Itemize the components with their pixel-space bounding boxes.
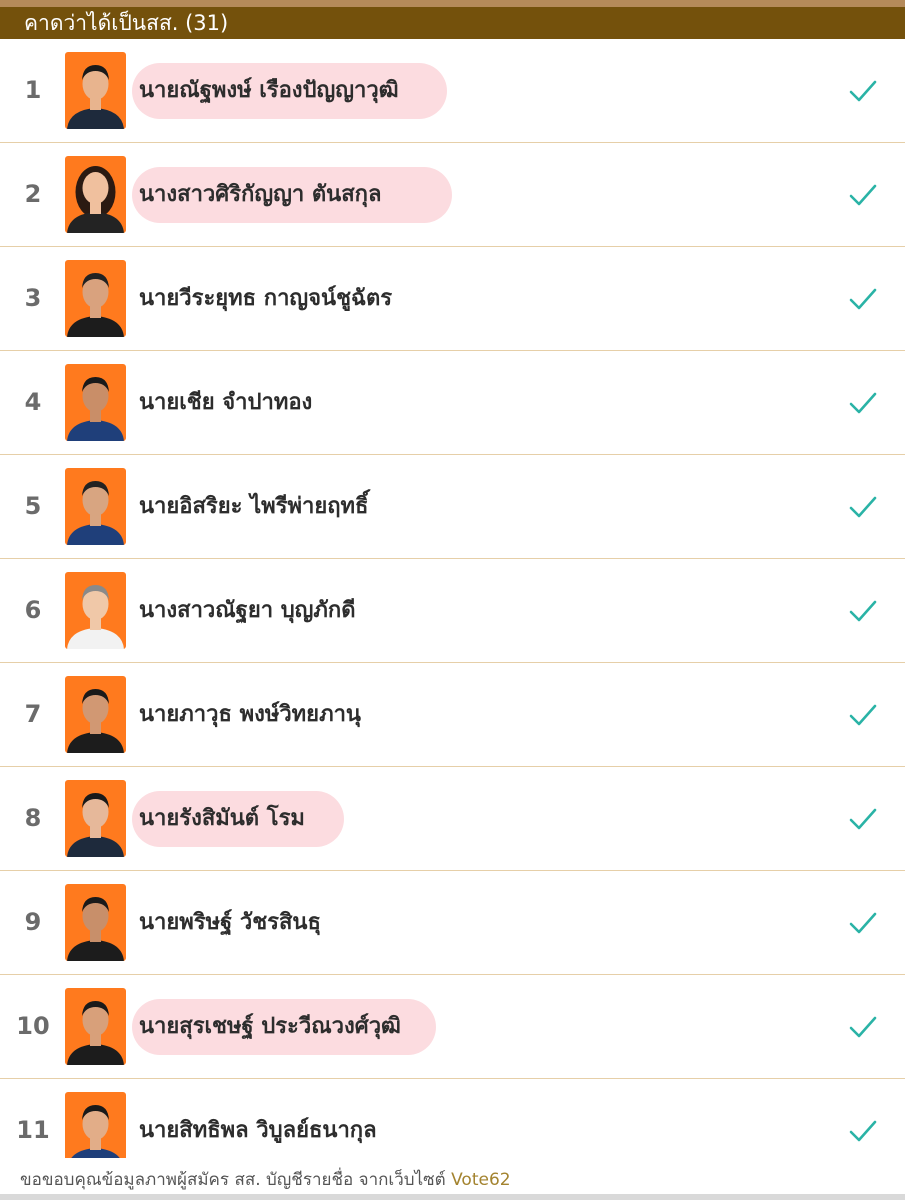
candidate-photo [65,988,126,1065]
check-icon [848,493,878,521]
candidate-photo [65,364,126,441]
vote62-link[interactable]: Vote62 [451,1170,510,1190]
candidate-photo [65,156,126,233]
candidate-rank: 4 [24,388,42,416]
top-accent-strip [0,0,905,7]
candidate-photo [65,676,126,753]
candidate-row[interactable]: 7 นายภาวุธ พงษ์วิทยภานุ [0,663,905,767]
candidate-photo [65,468,126,545]
candidate-row[interactable]: 9 นายพริษฐ์ วัชรสินธุ [0,871,905,975]
candidate-rank: 5 [24,492,42,520]
candidate-name: นายพริษฐ์ วัชรสินธุ [139,910,321,935]
candidate-row[interactable]: 5 นายอิสริยะ ไพรีพ่ายฤทธิ์ [0,455,905,559]
candidate-row[interactable]: 8 นายรังสิมันต์ โรม [0,767,905,871]
candidate-rank: 3 [24,284,42,312]
check-icon [848,77,878,105]
candidate-name: นายณัฐพงษ์ เรืองปัญญาวุฒิ [139,78,399,103]
section-header: คาดว่าได้เป็นสส. (31) [0,7,905,39]
check-icon [848,1013,878,1041]
candidate-rank: 8 [24,804,42,832]
candidate-photo [65,52,126,129]
check-icon [848,389,878,417]
candidate-rank: 7 [24,700,42,728]
check-icon [848,181,878,209]
check-icon [848,701,878,729]
candidate-name: นายอิสริยะ ไพรีพ่ายฤทธิ์ [139,494,369,519]
candidate-row[interactable]: 1 นายณัฐพงษ์ เรืองปัญญาวุฒิ [0,39,905,143]
candidate-name: นายวีระยุทธ กาญจน์ชูฉัตร [139,286,393,311]
check-icon [848,285,878,313]
candidate-name: นายสุรเชษฐ์ ประวีณวงศ์วุฒิ [139,1014,401,1039]
section-title: คาดว่าได้เป็นสส. (31) [24,11,229,35]
check-icon [848,1117,878,1145]
candidate-rank: 6 [24,596,42,624]
candidate-photo [65,260,126,337]
footer-credit: ขอขอบคุณข้อมูลภาพผู้สมัคร สส. บัญชีรายชื… [20,1166,511,1193]
candidate-row[interactable]: 6 นางสาวณัฐยา บุญภักดี [0,559,905,663]
candidate-name: นางสาวศิริกัญญา ตันสกุล [139,182,382,207]
candidate-photo [65,884,126,961]
candidate-row[interactable]: 10 นายสุรเชษฐ์ ประวีณวงศ์วุฒิ [0,975,905,1079]
candidate-rank: 2 [24,180,42,208]
candidate-row[interactable]: 2 นางสาวศิริกัญญา ตันสกุล [0,143,905,247]
candidate-photo [65,572,126,649]
candidate-row[interactable]: 4 นายเชีย จำปาทอง [0,351,905,455]
candidate-photo [65,780,126,857]
candidate-name: นางสาวณัฐยา บุญภักดี [139,598,356,623]
candidate-name: นายภาวุธ พงษ์วิทยภานุ [139,702,361,727]
candidate-name: นายรังสิมันต์ โรม [139,806,305,831]
candidate-row[interactable]: 3 นายวีระยุทธ กาญจน์ชูฉัตร [0,247,905,351]
footer-credit-text: ขอขอบคุณข้อมูลภาพผู้สมัคร สส. บัญชีรายชื… [20,1170,452,1190]
check-icon [848,909,878,937]
check-icon [848,805,878,833]
candidate-name: นายเชีย จำปาทอง [139,390,313,415]
check-icon [848,597,878,625]
candidate-rank: 10 [16,1012,50,1040]
candidate-rank: 1 [24,76,42,104]
bottom-divider [0,1194,905,1200]
candidate-rank: 9 [24,908,42,936]
